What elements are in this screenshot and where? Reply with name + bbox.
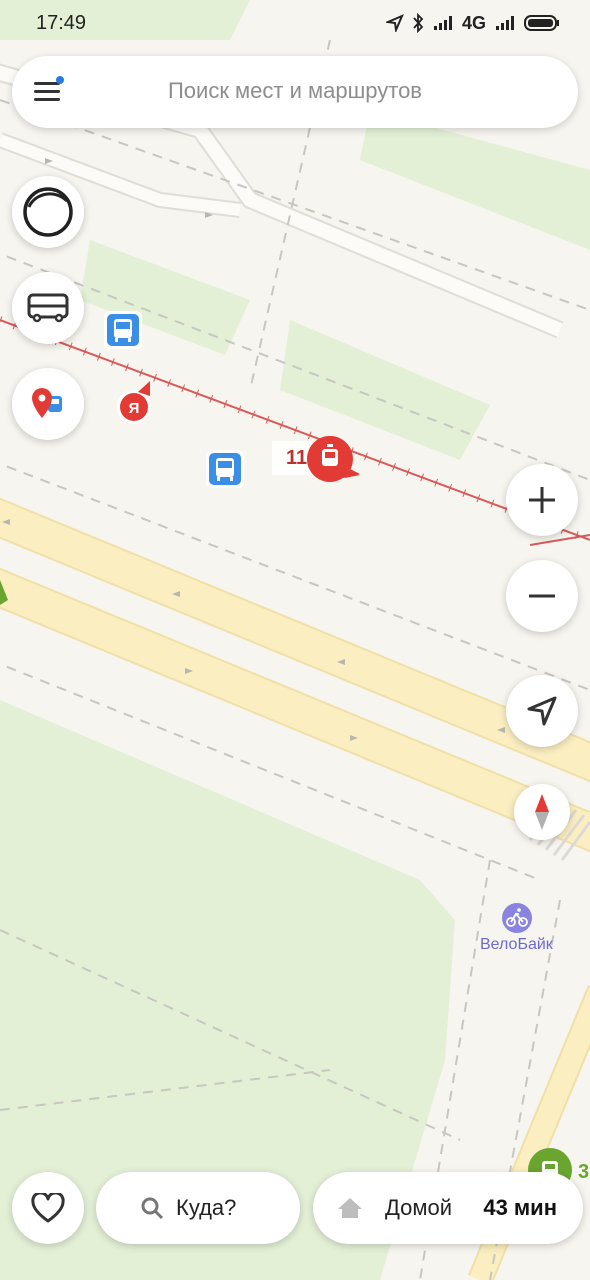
compass-button[interactable]	[514, 784, 570, 840]
where-label: Куда?	[176, 1195, 237, 1220]
battery-icon	[524, 15, 559, 31]
velobike-label: ВелоБайк	[480, 936, 553, 953]
zoom-out-button[interactable]	[506, 560, 578, 632]
search-placeholder: Поиск мест и маршрутов	[167, 78, 422, 103]
location-arrow-icon	[385, 14, 404, 32]
signal-icon	[433, 16, 452, 30]
home-label: Домой	[385, 1195, 453, 1220]
status-time: 17:49	[36, 12, 87, 34]
bluetooth-icon	[413, 13, 424, 33]
status-icons: 4G	[385, 12, 560, 34]
alice-button[interactable]	[12, 176, 84, 248]
velobike-marker[interactable]	[502, 903, 532, 933]
my-location-button[interactable]	[506, 675, 578, 747]
green-stop-label: 3	[578, 1161, 590, 1183]
home-icon	[338, 1198, 362, 1218]
plus-icon	[529, 487, 555, 513]
yandex-badge: Я	[129, 400, 140, 417]
zoom-in-button[interactable]	[506, 464, 578, 536]
signal-icon	[496, 16, 514, 30]
favorites-button[interactable]	[12, 1172, 84, 1244]
alice-ring-icon	[23, 187, 73, 237]
compass-icon	[535, 794, 549, 830]
tram-route-label: 11	[286, 447, 308, 469]
map-pin-transport-icon	[32, 388, 62, 418]
where-button[interactable]: Куда?	[96, 1172, 300, 1244]
status-bar: 17:49 4G	[0, 0, 590, 46]
bus-icon	[27, 293, 69, 323]
places-button[interactable]	[12, 368, 84, 440]
home-travel-time: 43 мин	[483, 1195, 557, 1220]
bus-stop-marker[interactable]	[206, 450, 244, 488]
minus-icon	[529, 594, 555, 598]
map-canvas[interactable]: Я	[0, 0, 590, 1280]
search-bar[interactable]: Поиск мест и маршрутов	[12, 56, 578, 128]
bus-stop-marker[interactable]	[104, 311, 142, 349]
heart-icon	[31, 1193, 65, 1223]
search-icon	[141, 1197, 164, 1220]
home-route-button[interactable]: Домой 43 мин	[313, 1172, 583, 1244]
transport-button[interactable]	[12, 272, 84, 344]
navigation-arrow-icon	[527, 696, 557, 726]
network-type: 4G	[461, 12, 486, 33]
